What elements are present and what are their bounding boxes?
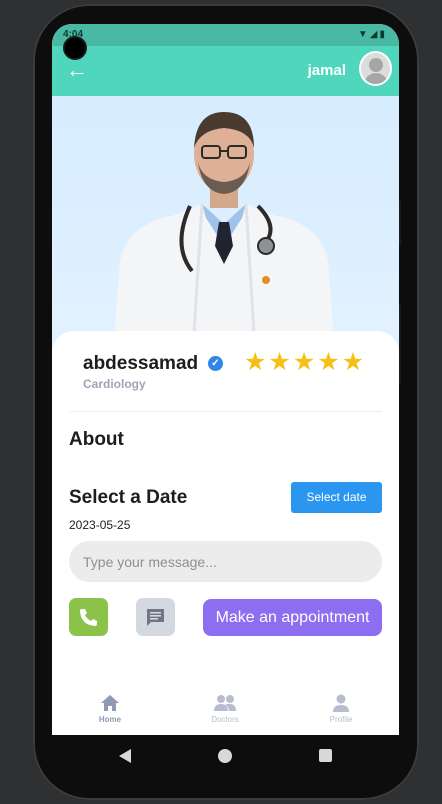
phone-icon [80,609,97,626]
nav-profile-label: Profile [329,715,353,724]
divider [69,411,382,412]
doctor-name: abdessamad [83,353,199,374]
make-appointment-button[interactable]: Make an appointment [203,599,382,636]
star-icon: ★ [244,348,267,376]
system-recents-icon[interactable] [319,749,332,762]
app-bar: ← jamal [52,46,399,96]
app-screen: 4:04 ▼◢▮ ← jamal abdessamad ✓ Cardiology… [52,24,399,735]
select-date-button[interactable]: Select date [291,482,382,513]
doctor-specialty: Cardiology [83,377,146,391]
selected-date: 2023-05-25 [69,518,131,532]
home-icon [101,695,119,711]
username: jamal [307,62,346,79]
star-icon: ★ [341,348,365,376]
status-bar: 4:04 ▼◢▮ [52,24,399,46]
star-icon: ★ [292,348,316,376]
doctor-illustration [112,112,336,366]
avatar-body [364,73,388,84]
nav-doctors[interactable]: Doctors [185,691,265,735]
status-icons: ▼◢▮ [357,29,387,40]
nav-home-label: Home [98,715,122,724]
user-avatar[interactable] [359,51,392,86]
star-icon: ★ [317,348,340,376]
back-arrow-icon[interactable]: ← [66,58,88,82]
nav-profile[interactable]: Profile [301,691,381,735]
about-heading: About [69,429,124,450]
group-icon [214,695,236,711]
system-home-icon[interactable] [218,749,232,763]
select-date-heading: Select a Date [69,487,188,508]
verified-badge-icon: ✓ [208,356,223,371]
stethoscope-chestpiece [257,237,275,255]
doctor-photo [52,96,399,366]
system-back-icon[interactable] [119,749,131,763]
message-input[interactable] [83,541,368,582]
chat-button[interactable] [136,598,175,636]
rating-stars: ★ ★ ★ ★ ★ [244,349,364,375]
coat-logo [262,276,270,284]
camera-punch-hole [63,36,87,60]
call-button[interactable] [69,598,108,636]
doctor-details-card: abdessamad ✓ Cardiology ★ ★ ★ ★ ★ About … [52,331,399,735]
nav-doctors-label: Doctors [211,715,239,724]
avatar-head [369,58,383,72]
nav-home[interactable]: Home [70,691,150,735]
bottom-navigation: Home Doctors Profile [52,691,399,735]
person-icon [333,694,349,712]
system-navigation-bar [52,735,399,777]
star-icon: ★ [268,348,291,376]
chat-icon [147,609,164,626]
message-field[interactable] [69,541,382,582]
